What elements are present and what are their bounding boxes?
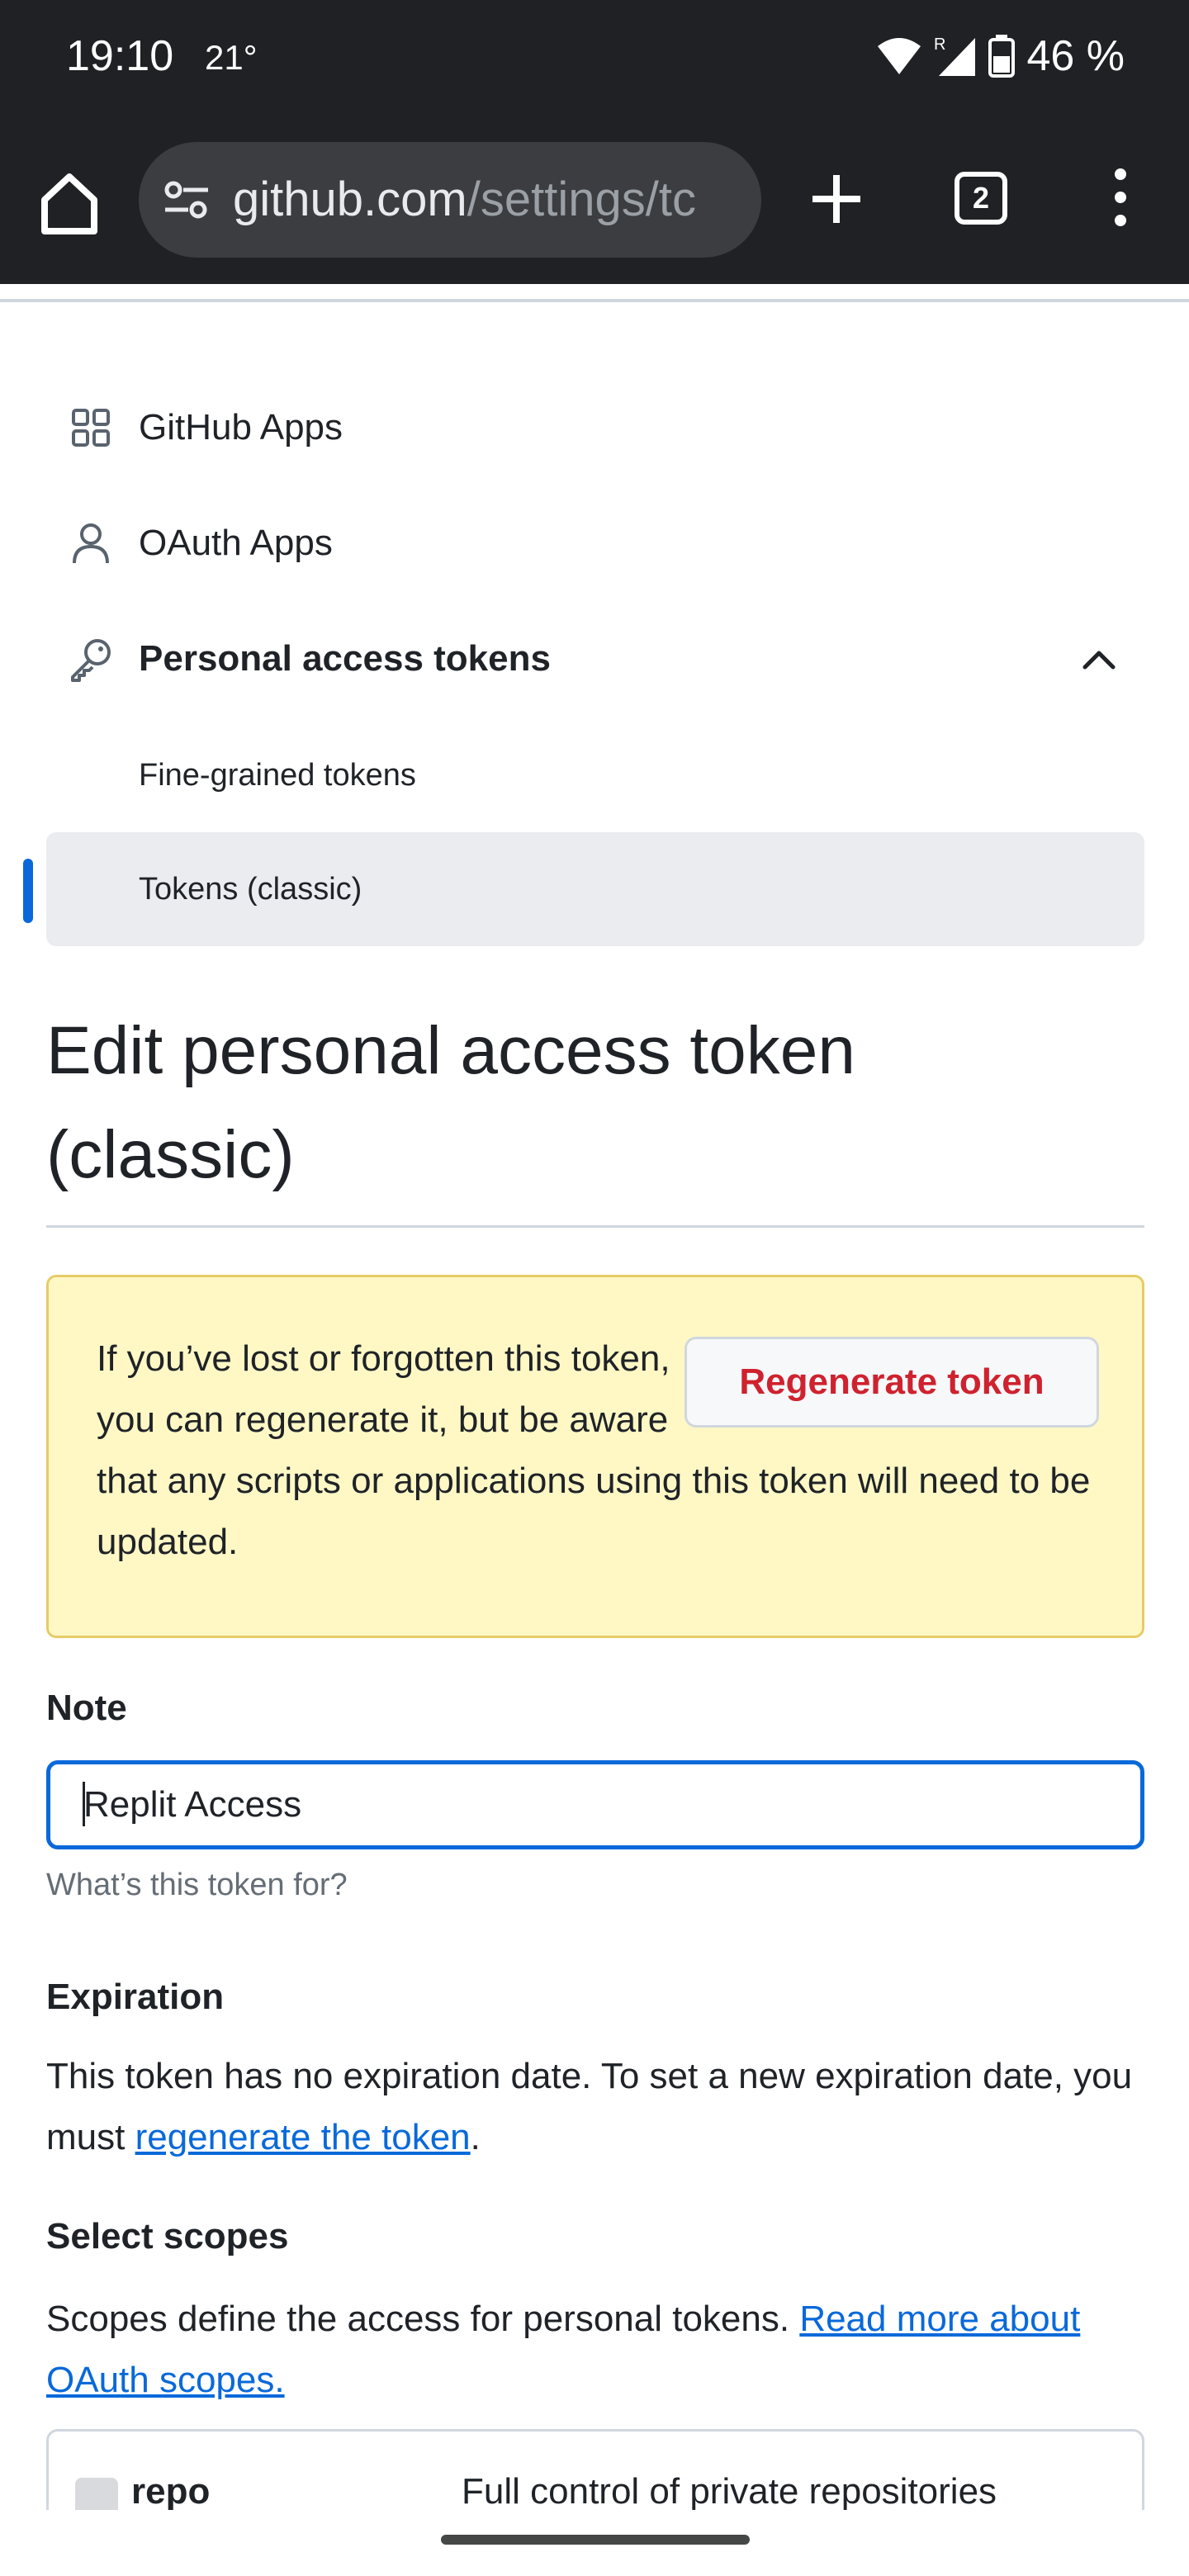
home-indicator[interactable]	[441, 2535, 750, 2545]
battery-icon	[988, 35, 1016, 78]
home-icon[interactable]	[36, 165, 102, 239]
tab-switcher-button[interactable]: 2	[955, 172, 1007, 225]
sidebar-item-github-apps[interactable]: GitHub Apps	[46, 378, 1144, 477]
url-path: /settings/tc	[467, 173, 696, 226]
sidebar-item-label: OAuth Apps	[139, 523, 333, 563]
title-divider	[46, 1225, 1144, 1228]
cell-signal-icon: R	[934, 36, 976, 76]
text-caret	[83, 1782, 85, 1826]
svg-text:R: R	[934, 36, 945, 54]
regenerate-token-link[interactable]: regenerate the token	[135, 2117, 471, 2157]
status-time: 19:10	[66, 32, 174, 80]
browser-toolbar: github.com/settings/tc 2	[0, 124, 1189, 284]
scopes-description: Scopes define the access for personal to…	[46, 2299, 1081, 2400]
wifi-icon	[878, 38, 921, 74]
scope-description: Full control of private repositories	[462, 2471, 997, 2512]
note-label: Note	[46, 1688, 127, 1728]
more-menu-icon[interactable]	[1108, 168, 1133, 231]
status-temperature: 21°	[205, 38, 258, 77]
expiration-text: This token has no expiration date. To se…	[46, 2056, 1133, 2157]
sidebar-item-label: GitHub Apps	[139, 407, 343, 447]
status-icons: R 46 %	[876, 31, 1125, 81]
expiration-label: Expiration	[46, 1977, 225, 2017]
scope-name: repo	[131, 2471, 211, 2512]
page-title: Edit personal access token (classic)	[46, 1013, 855, 1192]
content-divider	[0, 299, 1189, 302]
note-hint: What’s this token for?	[46, 1868, 348, 1902]
site-settings-icon[interactable]	[162, 175, 211, 225]
active-indicator	[23, 859, 33, 923]
note-input[interactable]	[46, 1760, 1144, 1849]
regenerate-warning-box: If you’ve lost or forgotten this token, …	[46, 1275, 1144, 1638]
select-scopes-label: Select scopes	[46, 2216, 289, 2256]
regenerate-token-button[interactable]: Regenerate token	[685, 1337, 1099, 1428]
sidebar-subitem-fine-grained-tokens[interactable]: Fine-grained tokens	[46, 718, 1144, 832]
sidebar-item-oauth-apps[interactable]: OAuth Apps	[46, 494, 1144, 593]
sidebar-subitem-tokens-classic[interactable]: Tokens (classic)	[46, 832, 1144, 946]
url-domain: github.com	[233, 173, 467, 226]
key-icon	[68, 636, 114, 682]
sidebar-item-label: Personal access tokens	[139, 638, 551, 679]
new-tab-icon[interactable]	[808, 170, 865, 228]
person-icon	[68, 520, 114, 566]
status-bar: 19:10 21° R 46 %	[0, 0, 1189, 124]
url-text[interactable]: github.com/settings/tc	[233, 172, 696, 227]
address-bar[interactable]: github.com/settings/tc	[139, 142, 761, 258]
apps-grid-icon	[68, 405, 114, 451]
battery-percent: 46 %	[1026, 32, 1125, 80]
chevron-up-icon[interactable]	[1078, 639, 1120, 680]
sidebar-item-personal-access-tokens[interactable]: Personal access tokens	[46, 609, 1144, 708]
